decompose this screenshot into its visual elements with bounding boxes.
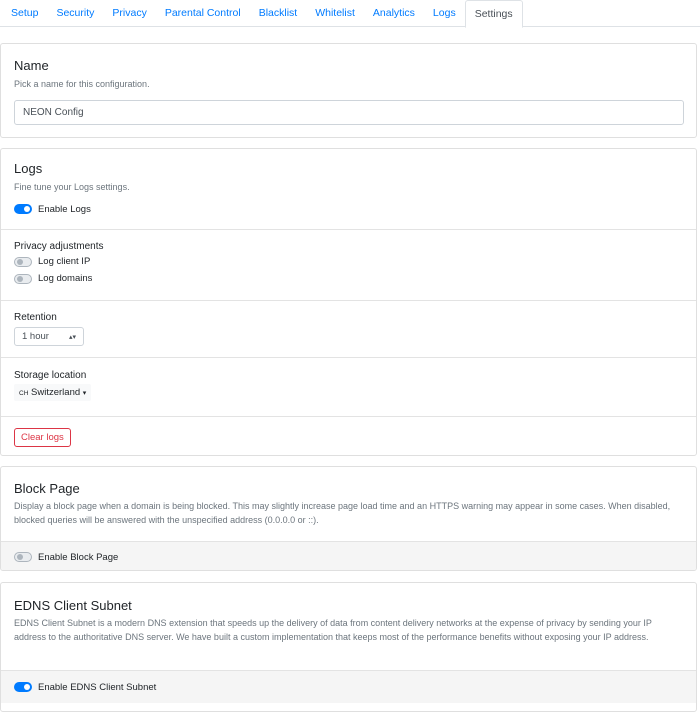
- name-title: Name: [14, 58, 49, 73]
- edns-title: EDNS Client Subnet: [14, 598, 132, 613]
- name-description: Pick a name for this configuration.: [14, 79, 150, 89]
- retention-select[interactable]: 1 hour ▴▾: [14, 327, 84, 346]
- enable-edns-label: Enable EDNS Client Subnet: [38, 681, 157, 693]
- log-domains-label: Log domains: [38, 273, 93, 284]
- tab-security[interactable]: Security: [47, 0, 103, 26]
- toggle-switch-icon[interactable]: [14, 256, 32, 267]
- log-client-ip-label: Log client IP: [38, 256, 91, 267]
- tab-setup[interactable]: Setup: [2, 0, 47, 26]
- tab-bar: Setup Security Privacy Parental Control …: [0, 0, 700, 28]
- enable-block-page-label: Enable Block Page: [38, 551, 119, 563]
- enable-logs-label: Enable Logs: [38, 203, 91, 215]
- retention-value: 1 hour: [22, 331, 49, 342]
- block-page-card: Block Page Display a block page when a d…: [0, 466, 697, 571]
- toggle-switch-icon[interactable]: [14, 682, 32, 692]
- logs-description: Fine tune your Logs settings.: [14, 182, 130, 192]
- storage-location-title: Storage location: [14, 370, 87, 381]
- clear-logs-button[interactable]: Clear logs: [14, 428, 71, 447]
- log-domains-toggle[interactable]: Log domains: [14, 270, 683, 287]
- toggle-switch-icon[interactable]: [14, 552, 32, 562]
- enable-logs-toggle[interactable]: Enable Logs: [14, 201, 683, 218]
- name-card: Name Pick a name for this configuration.…: [0, 43, 697, 138]
- tab-parental-control[interactable]: Parental Control: [156, 0, 250, 26]
- retention-title: Retention: [14, 312, 57, 323]
- tab-logs[interactable]: Logs: [424, 0, 465, 26]
- tab-blacklist[interactable]: Blacklist: [250, 0, 307, 26]
- privacy-adjustments-title: Privacy adjustments: [14, 241, 104, 252]
- toggle-switch-icon[interactable]: [14, 273, 32, 284]
- storage-location-dropdown[interactable]: CH Switzerland ▾: [14, 384, 92, 401]
- edns-description: EDNS Client Subnet is a modern DNS exten…: [14, 618, 652, 642]
- logs-title: Logs: [14, 161, 43, 176]
- block-page-title: Block Page: [14, 481, 80, 496]
- log-client-ip-toggle[interactable]: Log client IP: [14, 253, 683, 270]
- select-arrows-icon: ▴▾: [68, 333, 76, 341]
- tab-analytics[interactable]: Analytics: [364, 0, 424, 26]
- tab-whitelist[interactable]: Whitelist: [306, 0, 364, 26]
- block-page-description: Display a block page when a domain is be…: [14, 501, 671, 525]
- enable-edns-toggle[interactable]: Enable EDNS Client Subnet: [1, 671, 696, 703]
- logs-card: Logs Fine tune your Logs settings. Enabl…: [0, 148, 697, 456]
- enable-block-page-toggle[interactable]: Enable Block Page: [1, 542, 696, 570]
- edns-card: EDNS Client Subnet EDNS Client Subnet is…: [0, 582, 697, 712]
- caret-down-icon: ▾: [82, 390, 87, 397]
- tab-settings[interactable]: Settings: [464, 0, 523, 28]
- flag-icon: CH: [19, 390, 29, 397]
- toggle-switch-icon[interactable]: [14, 204, 32, 214]
- tab-privacy[interactable]: Privacy: [103, 0, 155, 26]
- storage-location-value: Switzerland: [31, 387, 81, 398]
- config-name-input[interactable]: NEON Config: [14, 99, 684, 125]
